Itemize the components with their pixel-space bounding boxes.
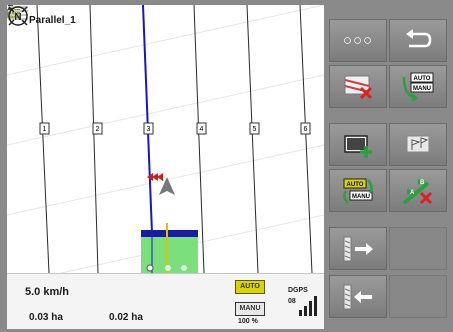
add-boundary-icon (344, 134, 372, 158)
field-title: Parallel_1 (29, 15, 76, 26)
empty-button-slot (389, 227, 447, 270)
area-worked-value: 0.03 ha (29, 312, 63, 323)
gps-signal-icon (299, 296, 317, 316)
more-dots-icon: ○○○ (342, 32, 374, 49)
delete-ab-line-icon: A B (402, 178, 433, 205)
back-button[interactable] (389, 19, 447, 62)
svg-text:AUTO: AUTO (347, 182, 364, 188)
compass-north-icon[interactable]: N (7, 5, 29, 27)
svg-text:N: N (14, 12, 21, 23)
track-line-6 (299, 5, 313, 273)
svg-text:B: B (420, 180, 425, 186)
back-arrow-icon (406, 28, 432, 47)
track-line-1 (36, 5, 50, 273)
track-label-2: 2 (96, 126, 100, 133)
more-button[interactable]: ○○○ (329, 19, 387, 62)
track-lines: 1 2 3 4 5 6 (7, 5, 324, 273)
shift-track-right-button[interactable] (329, 227, 387, 270)
auto-manu-icon: AUTO MANU (402, 72, 434, 102)
svg-text:MANU: MANU (413, 86, 431, 92)
screen: 1 2 3 4 5 6 Parallel_1 N 5.0 km/h 0.03 h… (0, 0, 453, 332)
speed-value: 5.0 km/h (25, 286, 70, 298)
ab-flag-icon (406, 135, 430, 152)
mode-auto-label: AUTO (235, 280, 265, 294)
delete-field-button[interactable] (329, 65, 387, 108)
track-label-1: 1 (43, 126, 47, 133)
ab-flag-button[interactable] (389, 123, 447, 166)
area-total-value: 0.02 ha (109, 312, 143, 323)
shift-track-left-button[interactable] (329, 275, 387, 318)
track-line-2 (89, 5, 99, 273)
add-boundary-button[interactable] (329, 123, 387, 166)
implement-icon (141, 223, 198, 273)
delete-field-icon (344, 75, 373, 99)
track-label-4: 4 (200, 126, 204, 133)
auto-manu-toggle-icon: AUTO MANU (343, 178, 373, 204)
svg-text:AUTO: AUTO (414, 76, 431, 82)
shift-track-right-icon (343, 236, 373, 261)
mode-percent-label: 100 % (238, 318, 258, 325)
auto-manu-toggle-button[interactable]: AUTO MANU (329, 169, 387, 212)
mode-manu-label: MANU (235, 302, 265, 316)
gps-type-label: DGPS (288, 287, 308, 294)
empty-button-slot (389, 275, 447, 318)
track-line-5 (246, 5, 259, 273)
auto-manu-button[interactable]: AUTO MANU (389, 65, 447, 108)
gps-satellites-label: 08 (288, 298, 296, 305)
track-label-3: 3 (147, 126, 151, 133)
active-guide-line (142, 5, 153, 234)
delete-ab-line-button[interactable]: A B (389, 169, 447, 212)
shift-track-left-icon (343, 284, 372, 309)
section-mode-indicator[interactable]: AUTO MANU 100 % (235, 280, 265, 328)
svg-text:MANU: MANU (352, 194, 370, 200)
track-label-6: 6 (304, 126, 308, 133)
status-bar: 5.0 km/h 0.03 ha 0.02 ha AUTO MANU 100 %… (7, 273, 324, 329)
track-label-5: 5 (253, 126, 257, 133)
svg-text:A: A (410, 190, 415, 196)
map-view[interactable]: 1 2 3 4 5 6 Parallel_1 N (7, 5, 324, 273)
